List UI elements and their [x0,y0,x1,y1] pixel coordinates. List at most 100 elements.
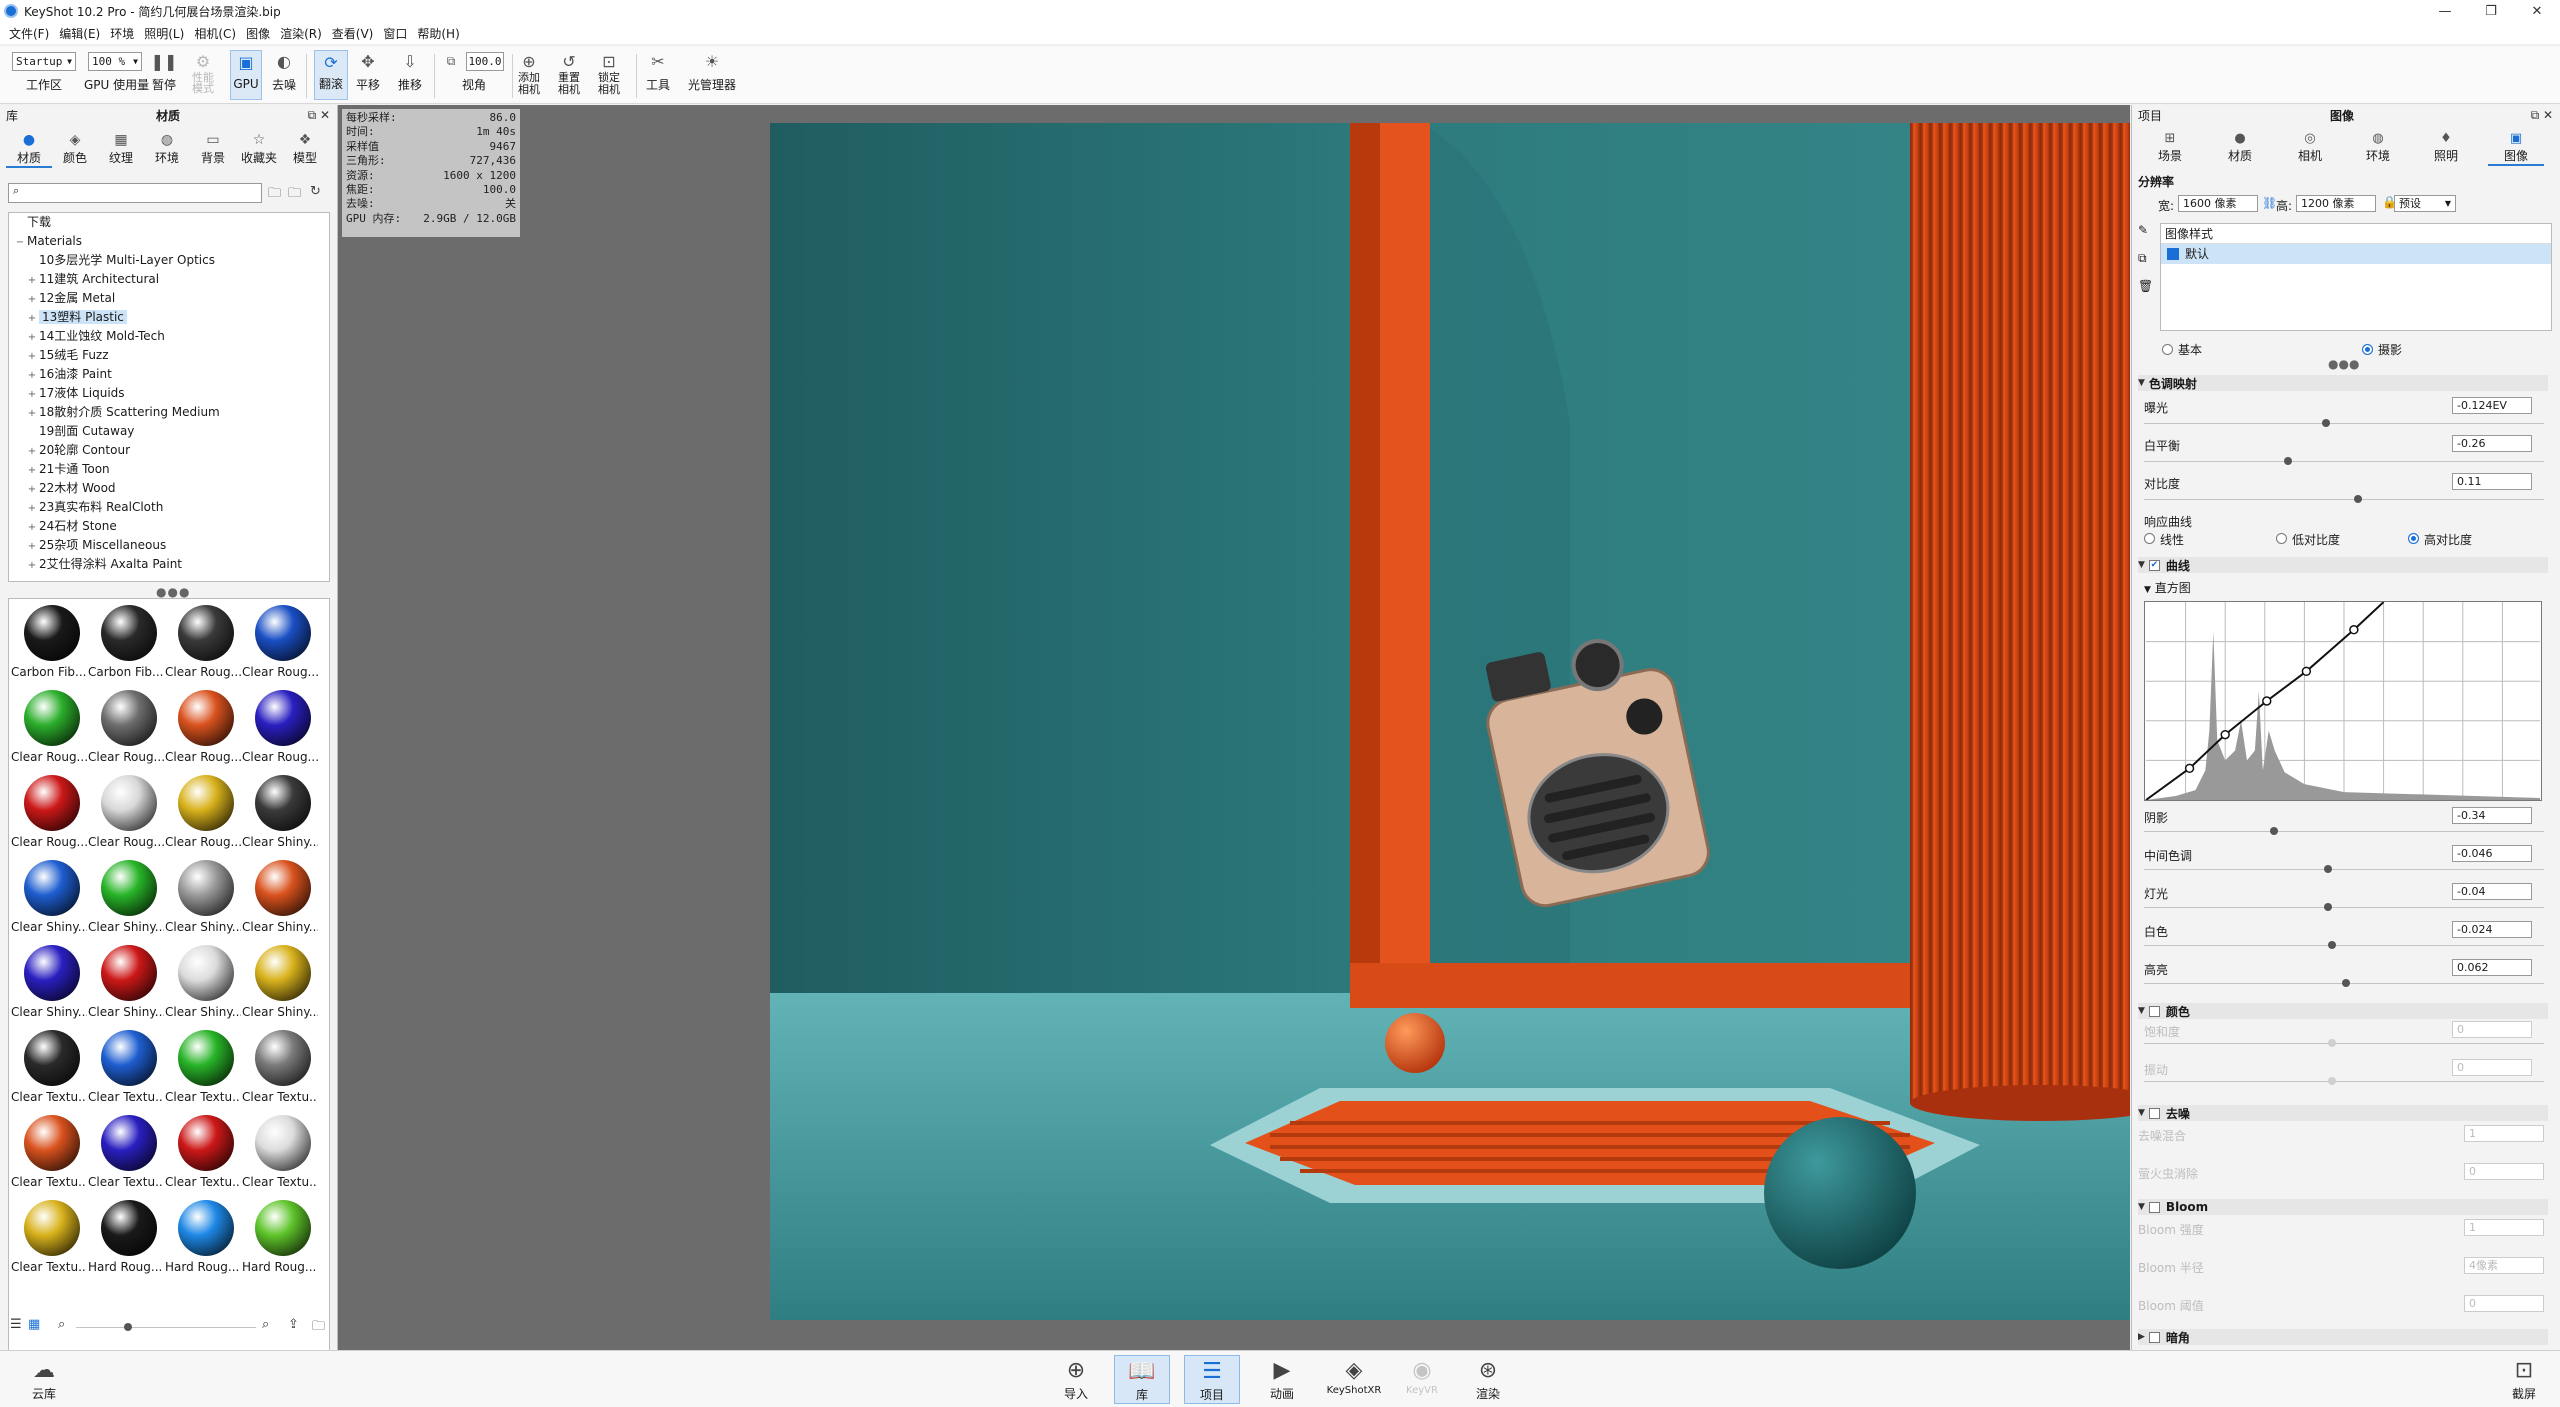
material-thumbnail[interactable]: Clear Roug... [11,686,87,768]
zoom-in-icon[interactable]: ⌕ [262,1317,269,1332]
menu-file[interactable]: 文件(F) [4,25,54,42]
material-thumbnail[interactable]: Hard Roug... [242,1196,318,1278]
contrast-field[interactable]: 0.11 [2452,473,2532,490]
expand-icon[interactable]: + [25,461,39,480]
saturation-field[interactable]: 0 [2452,1021,2532,1038]
library-tree-item[interactable]: +14工业蚀纹 Mold-Tech [9,327,329,346]
material-thumbnail[interactable]: Clear Roug... [165,686,241,768]
collapse-icon[interactable]: − [13,233,27,252]
reset-camera-button[interactable]: ↺ 重置 相机 [558,50,580,96]
vibrance-field[interactable]: 0 [2452,1059,2532,1076]
library-tree-item[interactable]: +24石材 Stone [9,517,329,536]
material-thumbnail[interactable]: Clear Textu... [88,1026,164,1108]
animation-button[interactable]: ▶ 动画 [1254,1355,1310,1402]
curve-point[interactable] [2349,625,2359,635]
add-camera-button[interactable]: ⊕ 添加 相机 [518,50,540,96]
mode-photo-radio[interactable] [2362,344,2373,355]
tab-image[interactable]: ▣ 图像 [2488,131,2544,166]
bloom-checkbox[interactable] [2148,1201,2160,1213]
white-balance-knob[interactable] [2284,457,2292,465]
denoise-button[interactable]: ◐ 去噪 [272,50,296,93]
thumbnail-size-slider[interactable] [76,1327,256,1328]
menu-help[interactable]: 帮助(H) [412,25,464,42]
workspace-select[interactable]: Startup ▼ [12,52,76,71]
image-style-default-item[interactable]: 默认 [2161,244,2551,264]
material-thumbnail[interactable]: Clear Textu... [11,1196,87,1278]
menu-window[interactable]: 窗口 [378,25,412,42]
contrast-knob[interactable] [2354,495,2362,503]
library-tree-item[interactable]: +18散射介质 Scattering Medium [9,403,329,422]
style-duplicate-icon[interactable]: ⧉ [2138,251,2147,266]
style-delete-icon[interactable]: 🗑 [2138,279,2153,293]
vignette-checkbox[interactable] [2148,1331,2160,1343]
tab-materials[interactable]: ● 材质 [6,131,52,168]
white-balance-field[interactable]: -0.26 [2452,435,2532,452]
expand-icon[interactable]: + [25,328,39,347]
tab-colors[interactable]: ◈ 颜色 [52,131,98,168]
splitter-handle[interactable]: ●●● [156,585,190,599]
splitter-handle[interactable]: ●●● [2328,357,2359,371]
material-thumbnail[interactable]: Clear Roug... [11,771,87,853]
whites-slider[interactable] [2144,945,2544,946]
color-checkbox[interactable] [2148,1005,2160,1017]
vignette-section[interactable]: ▶ 暗角 [2138,1329,2548,1345]
exposure-field[interactable]: -0.124EV [2452,397,2532,414]
material-thumbnail[interactable]: Hard Roug... [88,1196,164,1278]
denoise-blend-field[interactable]: 1 [2464,1125,2544,1142]
material-thumbnail[interactable]: Clear Shiny... [88,941,164,1023]
refresh-icon[interactable]: ↻ [310,184,321,199]
tab-material[interactable]: ● 材质 [2212,131,2268,164]
library-tree-item[interactable]: 10多层光学 Multi-Layer Optics [9,251,329,270]
folder-add-icon[interactable]: 🗀 [288,184,301,206]
menu-view[interactable]: 查看(V) [327,25,379,42]
upload-icon[interactable]: ⇪ [288,1317,299,1332]
close-window-button[interactable]: ✕ [2514,0,2560,22]
bloom-strength-field[interactable]: 1 [2464,1219,2544,1236]
keyshotxr-button[interactable]: ◈ KeyShotXR [1324,1355,1384,1397]
saturation-knob[interactable] [2328,1039,2336,1047]
curve-point[interactable] [2301,666,2312,677]
library-search-input[interactable]: ⌕ [8,183,262,203]
tab-scene[interactable]: ⊞ 场景 [2142,131,2198,164]
library-tree-item[interactable]: 19剖面 Cutaway [9,422,329,441]
menu-edit[interactable]: 编辑(E) [54,25,105,42]
menu-image[interactable]: 图像 [241,25,275,42]
lock-camera-button[interactable]: ⊡ 锁定 相机 [598,50,620,96]
tab-textures[interactable]: ▦ 纹理 [98,131,144,168]
tools-button[interactable]: ✂ 工具 [646,50,670,93]
library-tree-item[interactable]: +25杂项 Miscellaneous [9,536,329,555]
expand-icon[interactable]: + [25,347,39,366]
bloom-threshold-field[interactable]: 0 [2464,1295,2544,1312]
highlights-knob[interactable] [2324,903,2332,911]
gpu-toggle-button[interactable]: ▣ GPU [230,50,262,100]
grid-view-icon[interactable]: ▦ [28,1317,40,1332]
pan-button[interactable]: ✥ 平移 [356,50,380,93]
dolly-button[interactable]: ⇩ 推移 [398,50,422,93]
material-thumbnail[interactable]: Clear Shiny... [242,856,318,938]
render-button[interactable]: ⊛ 渲染 [1460,1355,1516,1402]
library-tree-item[interactable]: +12金属 Metal [9,289,329,308]
library-tree-item[interactable]: +16油漆 Paint [9,365,329,384]
material-thumbnail[interactable]: Clear Textu... [165,1111,241,1193]
light-manager-button[interactable]: ☀ 光管理器 [688,50,736,93]
midtones-knob[interactable] [2324,865,2332,873]
library-tree-item[interactable]: +20轮廓 Contour [9,441,329,460]
library-tree-item[interactable]: +22木材 Wood [9,479,329,498]
minimize-button[interactable]: — [2422,0,2468,22]
material-thumbnail[interactable]: Hard Roug... [165,1196,241,1278]
tab-favorites[interactable]: ☆ 收藏夹 [236,131,282,168]
expand-icon[interactable]: + [25,404,39,423]
curve-point[interactable] [2184,763,2195,774]
material-thumbnail[interactable]: Clear Textu... [88,1111,164,1193]
whites-field[interactable]: -0.024 [2452,921,2532,938]
vibrance-knob[interactable] [2328,1077,2336,1085]
mode-basic-radio[interactable] [2162,344,2173,355]
midtones-field[interactable]: -0.046 [2452,845,2532,862]
highlights-slider[interactable] [2144,907,2544,908]
zoom-out-icon[interactable]: ⌕ [58,1317,65,1332]
white-balance-slider[interactable] [2144,461,2544,462]
curves-section[interactable]: ▼ ✔ 曲线 [2138,557,2548,573]
tumble-button[interactable]: ⟳ 翻滚 [314,50,348,100]
library-tree-item[interactable]: +15绒毛 Fuzz [9,346,329,365]
contrast-slider[interactable] [2144,499,2544,500]
